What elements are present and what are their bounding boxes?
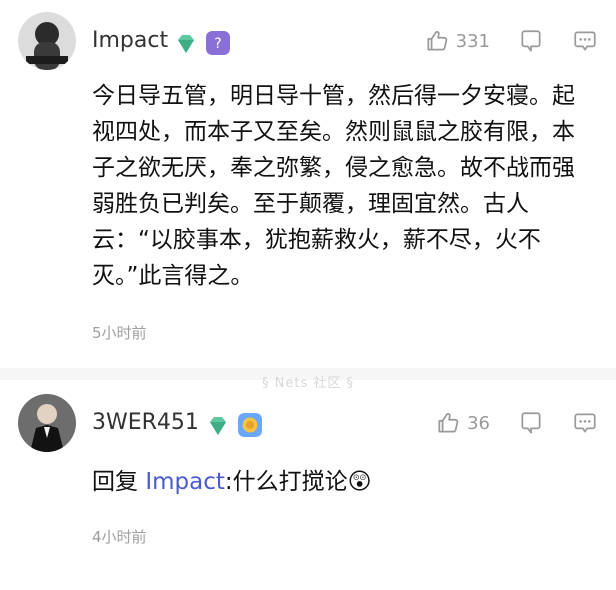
avatar-image [18,12,76,70]
thumbs-up-icon [438,413,459,433]
more-button[interactable] [572,410,598,436]
like-button[interactable]: 331 [424,28,490,54]
reply-text: 回复 Impact:什么打搅论😲 [92,464,592,500]
reply-icon [521,412,541,434]
comment-text: 今日导五管，明日导十管，然后得一夕安寝。起视四处，而本子又至矣。然则鼠鼠之胶有限… [92,83,575,289]
more-icon [574,413,596,433]
level-badge-icon: ? [206,31,230,55]
comment-item: 3WER451 36 回复 Impact:什么打搅论😲 4小时前 [0,380,616,590]
like-count: 331 [455,30,490,52]
comment-item: Impact ? 331 今日导五管，明日导十管，然后得一夕安寝。起视四处，而本… [0,0,616,368]
thumbs-up-icon [427,31,447,51]
reply-button[interactable] [518,410,544,436]
avatar[interactable] [18,394,76,452]
timestamp: 4小时前 [92,528,147,546]
avatar-image [18,394,76,452]
more-icon [574,31,596,51]
diamond-badge-icon [210,417,226,435]
reply-prefix: 回复 [92,469,138,495]
diamond-badge-icon [178,35,194,53]
username[interactable]: Impact [92,28,168,53]
like-count: 36 [467,412,490,434]
reply-body: :什么打搅论 [224,469,348,495]
mention-link[interactable]: Impact [145,469,225,495]
achievement-badge-icon [238,413,262,437]
reply-button[interactable] [518,28,544,54]
more-button[interactable] [572,28,598,54]
avatar[interactable] [18,12,76,70]
shocked-emoji: 😲 [347,469,372,495]
username[interactable]: 3WER451 [92,410,199,435]
timestamp: 5小时前 [92,324,147,342]
like-button[interactable]: 36 [435,410,490,436]
reply-icon [521,30,541,52]
svg-text:?: ? [214,36,221,52]
